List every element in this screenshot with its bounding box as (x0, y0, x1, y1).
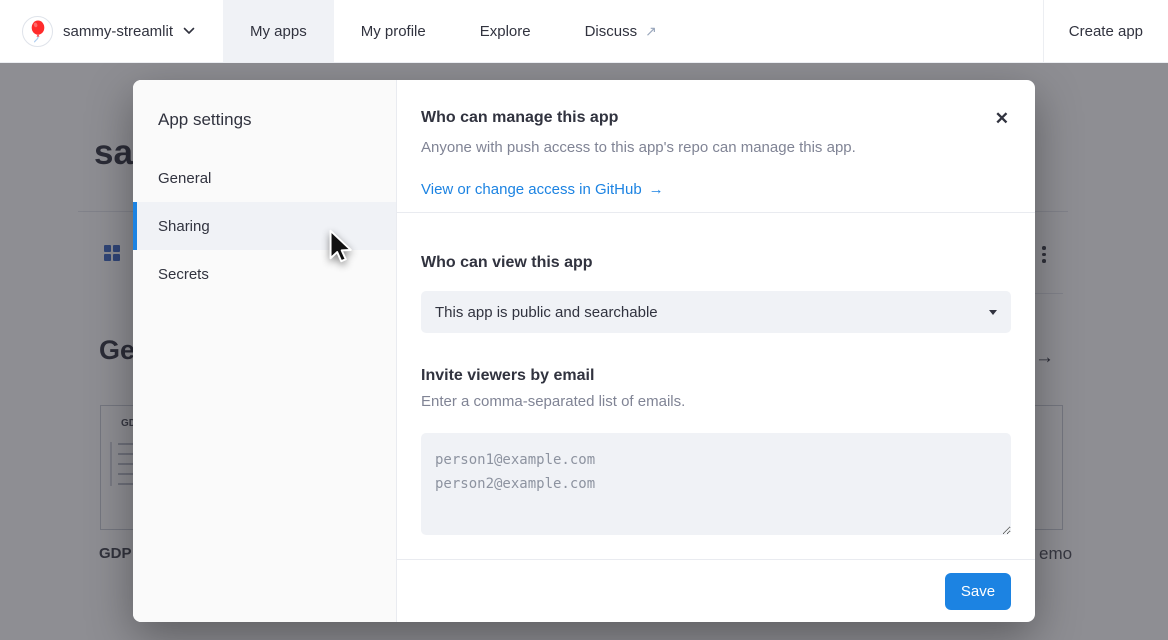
nav-tab-label: Explore (480, 23, 531, 40)
sidebar-item-sharing[interactable]: Sharing (133, 202, 396, 250)
nav-tab-label: My profile (361, 23, 426, 40)
chevron-down-icon (989, 310, 997, 315)
nav-tab-explore[interactable]: Explore (453, 0, 558, 62)
nav-tab-label: Discuss (585, 23, 638, 40)
chevron-down-icon (183, 27, 195, 35)
visibility-dropdown-value: This app is public and searchable (435, 304, 658, 321)
create-app-button[interactable]: Create app (1044, 0, 1168, 62)
sidebar-item-general[interactable]: General (133, 154, 396, 202)
github-access-link-label: View or change access in GitHub (421, 180, 642, 200)
settings-content: Who can manage this app Anyone with push… (397, 80, 1035, 622)
nav-spacer (684, 0, 1043, 62)
workspace-name: sammy-streamlit (63, 23, 173, 40)
manage-description: Anyone with push access to this app's re… (421, 138, 1011, 158)
nav-tab-label: My apps (250, 23, 307, 40)
visibility-dropdown[interactable]: This app is public and searchable (421, 291, 1011, 333)
github-access-link[interactable]: View or change access in GitHub → (421, 180, 664, 200)
manage-heading: Who can manage this app (421, 108, 1011, 128)
sidebar-item-label: Sharing (158, 218, 210, 235)
settings-sidebar: App settings General Sharing Secrets (133, 80, 397, 622)
modal-title: App settings (158, 110, 396, 130)
top-nav: sammy-streamlit My apps My profile Explo… (0, 0, 1168, 63)
save-button[interactable]: Save (945, 573, 1011, 610)
external-link-icon: ↗ (645, 23, 657, 40)
invite-description: Enter a comma-separated list of emails. (421, 392, 1011, 412)
view-section: Who can view this app This app is public… (397, 213, 1035, 535)
close-icon[interactable]: ✕ (995, 110, 1009, 127)
workspace-avatar (22, 16, 53, 47)
app-settings-modal: App settings General Sharing Secrets Who… (133, 80, 1035, 622)
arrow-right-icon: → (649, 180, 664, 200)
nav-tab-discuss[interactable]: Discuss ↗ (558, 0, 684, 62)
manage-section: Who can manage this app Anyone with push… (397, 80, 1035, 212)
nav-tab-my-apps[interactable]: My apps (223, 0, 334, 62)
invite-heading: Invite viewers by email (421, 366, 1011, 386)
screen: sammy-streamlit My apps My profile Explo… (0, 0, 1168, 640)
create-app-label: Create app (1069, 23, 1143, 40)
modal-footer: Save (397, 559, 1035, 622)
workspace-selector[interactable]: sammy-streamlit (0, 0, 223, 62)
balloon-icon (29, 20, 47, 43)
sidebar-item-label: Secrets (158, 266, 209, 283)
nav-tab-my-profile[interactable]: My profile (334, 0, 453, 62)
view-heading: Who can view this app (421, 253, 1011, 273)
sidebar-item-secrets[interactable]: Secrets (133, 250, 396, 298)
sidebar-item-label: General (158, 170, 211, 187)
invite-emails-textarea[interactable] (421, 433, 1011, 535)
